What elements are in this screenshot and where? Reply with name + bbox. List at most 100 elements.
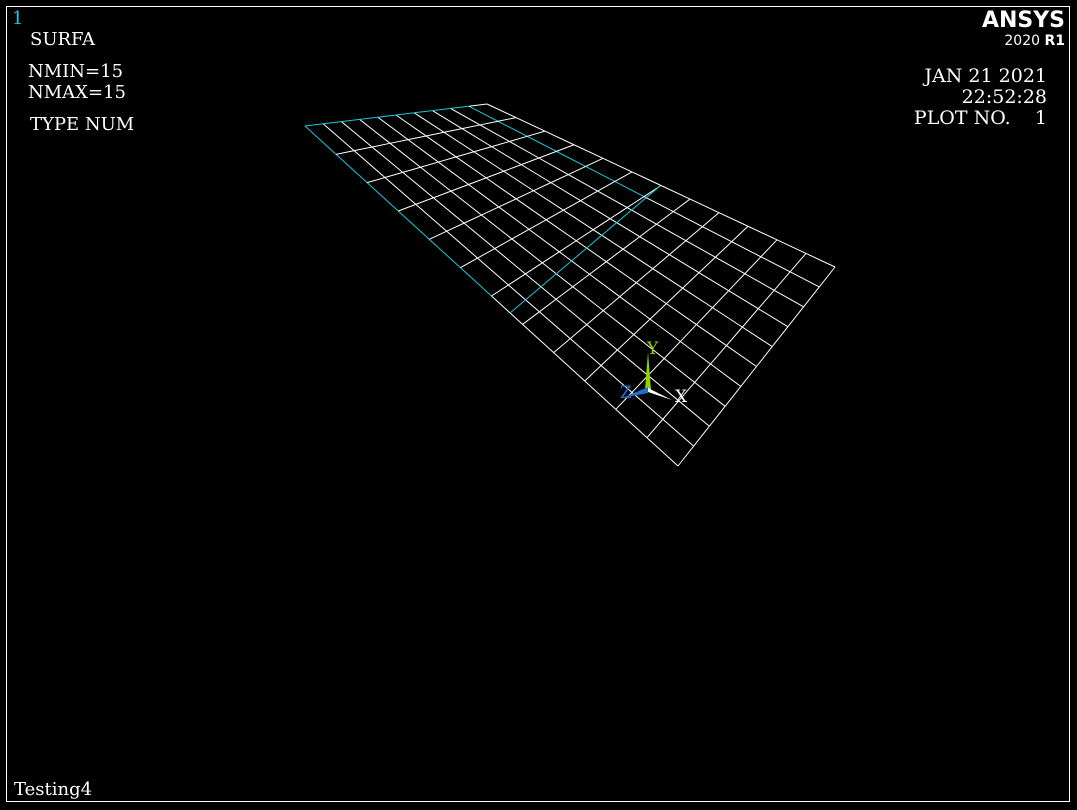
mesh-line <box>710 363 742 387</box>
area-boundary-line <box>323 121 342 125</box>
mesh-line <box>371 142 391 148</box>
mesh-line <box>528 228 560 253</box>
mesh-line <box>694 381 726 407</box>
mesh-line <box>521 157 540 166</box>
area-boundary-line <box>460 267 492 297</box>
nmax-label: NMAX=15 <box>28 82 126 103</box>
area-boundary-line <box>304 123 324 127</box>
mesh-line <box>740 366 757 387</box>
mesh-line <box>660 185 691 200</box>
coordinate-triad-icon: Y Z X <box>620 339 688 407</box>
mesh-line <box>511 238 543 264</box>
mesh-line <box>544 130 575 146</box>
mesh-line <box>463 222 496 249</box>
area-boundary-line <box>377 114 397 118</box>
mesh-line <box>508 273 526 286</box>
mesh-line <box>589 273 621 298</box>
mesh-line <box>698 256 716 274</box>
mesh-line <box>335 150 355 155</box>
mesh-line <box>619 296 651 320</box>
mesh-line <box>744 273 775 291</box>
area-boundary-line <box>450 105 469 109</box>
mesh-line <box>538 311 571 340</box>
window-number: 1 <box>12 8 24 29</box>
mesh-line <box>584 380 617 410</box>
mesh-line <box>606 261 637 284</box>
mesh-line <box>509 141 540 159</box>
mesh-line <box>614 171 633 182</box>
mesh-line <box>715 241 733 258</box>
mesh-line <box>666 287 684 304</box>
mesh-line <box>563 200 581 211</box>
mesh-line <box>702 226 732 243</box>
mesh-line <box>446 230 478 259</box>
mesh-line <box>511 228 530 240</box>
plot-number-label: PLOT NO. <box>913 107 1011 129</box>
mesh-line <box>415 197 434 205</box>
mesh-line <box>622 248 654 270</box>
mesh-line <box>631 171 662 186</box>
area-boundary-line <box>397 210 430 240</box>
mesh-line <box>580 200 611 220</box>
x-axis-label: X <box>675 387 688 407</box>
nmin-label: NMIN=15 <box>28 61 124 82</box>
mesh-line <box>805 252 836 268</box>
area-boundary-line <box>432 107 451 112</box>
ansys-logo: ANSYS 2020 R1 <box>982 10 1065 49</box>
mesh-line <box>639 236 670 256</box>
mesh-line <box>602 296 621 312</box>
mesh-line <box>468 103 488 107</box>
mesh-line <box>481 214 513 240</box>
mesh-line <box>494 248 526 275</box>
mesh-line <box>652 268 683 289</box>
mesh-line <box>538 150 557 159</box>
mesh-line <box>353 146 373 152</box>
mesh-line <box>726 326 743 346</box>
mesh-line <box>605 248 624 263</box>
mesh-line <box>553 352 586 382</box>
mesh-line <box>415 203 448 232</box>
mesh-line <box>673 211 703 228</box>
mesh-line <box>615 408 648 439</box>
mesh-line <box>789 253 807 273</box>
mesh-line <box>636 282 667 305</box>
mesh-line <box>656 211 674 225</box>
mesh-line <box>680 341 711 365</box>
mesh-line <box>553 338 571 354</box>
mesh-line <box>663 341 681 359</box>
mesh-line <box>485 177 517 200</box>
mesh-line <box>425 135 457 158</box>
mesh-line <box>443 128 463 133</box>
mesh-line <box>602 157 633 173</box>
mesh-line <box>597 181 616 192</box>
mesh-line <box>407 135 427 141</box>
mesh-line <box>710 345 727 365</box>
mesh-line <box>669 254 700 274</box>
mesh-line <box>491 295 523 325</box>
mesh-line <box>631 392 664 420</box>
mesh-line <box>696 307 713 325</box>
x-axis-arrow <box>648 388 672 400</box>
mesh-line <box>455 156 487 179</box>
mesh-line <box>497 117 517 122</box>
mesh-line <box>503 164 522 172</box>
mesh-line <box>438 156 457 163</box>
mesh-line <box>455 151 475 158</box>
mesh-line <box>685 226 703 242</box>
mesh-line <box>803 286 820 308</box>
mesh-line <box>402 166 421 173</box>
mesh-line <box>550 182 581 202</box>
mesh-line <box>742 326 773 348</box>
mesh-line <box>559 251 590 275</box>
mesh-line <box>555 286 574 300</box>
mesh-line <box>539 298 557 313</box>
mesh-line <box>773 289 804 308</box>
mesh-line <box>498 198 517 208</box>
date-stamp: JAN 21 2021 <box>924 65 1047 87</box>
mesh-line <box>438 161 469 185</box>
mesh-line <box>367 177 386 184</box>
area-boundary-line <box>509 185 661 314</box>
mesh-line <box>639 223 657 238</box>
mesh-line <box>563 209 594 231</box>
mesh-line <box>461 124 481 130</box>
